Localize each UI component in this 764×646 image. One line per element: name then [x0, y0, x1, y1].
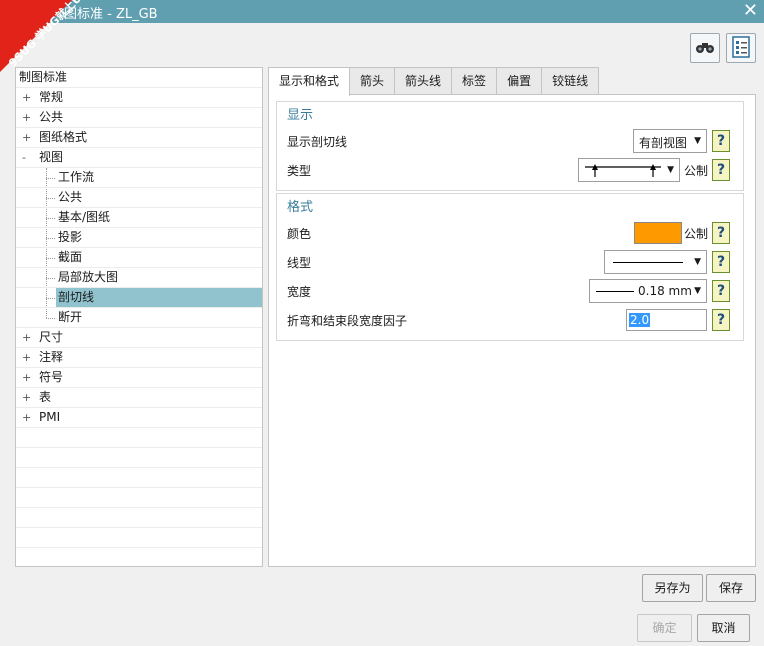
help-icon[interactable]: ?: [712, 280, 730, 302]
find-button[interactable]: [690, 33, 720, 63]
tree-item-section[interactable]: 截面: [16, 248, 262, 268]
tree-item-view[interactable]: - 视图: [16, 148, 262, 168]
tree-item-break[interactable]: 断开: [16, 308, 262, 328]
tree-item-annotation[interactable]: + 注释: [16, 348, 262, 368]
width-label: 宽度: [287, 285, 312, 299]
collapse-icon[interactable]: -: [22, 148, 26, 167]
help-icon[interactable]: ?: [712, 222, 730, 244]
expand-icon[interactable]: +: [22, 128, 31, 147]
format-group-title: 格式: [287, 200, 314, 215]
show-section-line-dropdown[interactable]: 有剖视图 ▼: [633, 129, 707, 153]
linetype-label: 线型: [287, 256, 312, 270]
expand-icon[interactable]: +: [22, 368, 31, 387]
expand-icon[interactable]: +: [22, 408, 31, 427]
help-icon[interactable]: ?: [712, 309, 730, 331]
color-label: 颜色: [287, 227, 312, 241]
tree-item-view-common[interactable]: 公共: [16, 188, 262, 208]
tree-root[interactable]: 制图标准: [16, 68, 262, 88]
help-icon[interactable]: ?: [712, 251, 730, 273]
linetype-dropdown[interactable]: ▼: [604, 250, 707, 274]
tree-item-section-line[interactable]: 剖切线: [16, 288, 262, 308]
tree-empty-row: [16, 528, 262, 548]
show-section-line-row: 显示剖切线 有剖视图 ▼ ?: [287, 129, 735, 153]
tree-item-workflow[interactable]: 工作流: [16, 168, 262, 188]
tree-item-common[interactable]: + 公共: [16, 108, 262, 128]
tree-item-pmi[interactable]: + PMI: [16, 408, 262, 428]
factor-label: 折弯和结束段宽度因子: [287, 314, 408, 328]
solid-line-preview: [613, 262, 683, 263]
tab-hinge-line[interactable]: 铰链线: [541, 67, 600, 94]
tree-empty-row: [16, 508, 262, 528]
tree-item-symbol[interactable]: + 符号: [16, 368, 262, 388]
width-line-preview: [596, 291, 634, 292]
tree-empty-row: [16, 428, 262, 448]
tab-display-format[interactable]: 显示和格式: [268, 67, 351, 96]
type-label: 类型: [287, 164, 312, 178]
cancel-button[interactable]: 取消: [697, 614, 750, 642]
format-group: 格式 颜色 公制 ? 线型 ▼ ? 宽度 0.18 mm ▼ ? 折弯和结束段宽…: [276, 193, 744, 341]
chevron-down-icon: ▼: [694, 136, 701, 146]
binoculars-icon: [695, 39, 715, 58]
section-line-type-dropdown[interactable]: ▼: [578, 158, 680, 182]
settings-sheet-button[interactable]: [726, 33, 756, 63]
tree-empty-row: [16, 448, 262, 468]
width-dropdown[interactable]: 0.18 mm ▼: [589, 279, 707, 303]
type-row: 类型 ▼ 公制 ?: [287, 158, 735, 182]
standards-tree[interactable]: 制图标准 + 常规 + 公共 + 图纸格式 - 视图 工作流 公共 基本/图纸 投影 截…: [15, 67, 263, 567]
ok-button[interactable]: 确定: [637, 614, 692, 642]
expand-icon[interactable]: +: [22, 108, 31, 127]
show-section-line-label: 显示剖切线: [287, 135, 348, 149]
tree-item-detail-view[interactable]: 局部放大图: [16, 268, 262, 288]
tab-bar: 显示和格式 箭头 箭头线 标签 偏置 铰链线: [268, 67, 600, 96]
chevron-down-icon: ▼: [667, 165, 674, 175]
expand-icon[interactable]: +: [22, 348, 31, 367]
tab-arrow[interactable]: 箭头: [349, 67, 396, 94]
width-row: 宽度 0.18 mm ▼ ?: [287, 279, 735, 303]
tree-item-projection[interactable]: 投影: [16, 228, 262, 248]
tree-item-base-drawing[interactable]: 基本/图纸: [16, 208, 262, 228]
help-icon[interactable]: ?: [712, 159, 730, 181]
tree-empty-row: [16, 468, 262, 488]
type-unit: 公制: [684, 164, 709, 178]
settings-sheet-icon: [731, 35, 751, 61]
display-group: 显示 显示剖切线 有剖视图 ▼ ? 类型 ▼ 公制 ?: [276, 101, 744, 191]
save-as-button[interactable]: 另存为: [642, 574, 703, 602]
title-bar: 图标准 - ZL_GB ✕: [0, 0, 764, 23]
tree-empty-row: [16, 548, 262, 566]
tab-offset[interactable]: 偏置: [496, 67, 543, 94]
tree-item-general[interactable]: + 常规: [16, 88, 262, 108]
color-unit: 公制: [684, 227, 709, 241]
tree-item-drawing-format[interactable]: + 图纸格式: [16, 128, 262, 148]
expand-icon[interactable]: +: [22, 388, 31, 407]
linetype-row: 线型 ▼ ?: [287, 250, 735, 274]
color-row: 颜色 公制 ?: [287, 221, 735, 245]
color-swatch[interactable]: [634, 222, 682, 244]
settings-panel: 显示 显示剖切线 有剖视图 ▼ ? 类型 ▼ 公制 ? 格式 颜色 公制 ? 线…: [268, 94, 756, 567]
chevron-down-icon: ▼: [694, 257, 701, 267]
factor-row: 折弯和结束段宽度因子 2.0 ?: [287, 308, 735, 332]
expand-icon[interactable]: +: [22, 328, 31, 347]
tree-item-table[interactable]: + 表: [16, 388, 262, 408]
help-icon[interactable]: ?: [712, 130, 730, 152]
tree-item-dimension[interactable]: + 尺寸: [16, 328, 262, 348]
expand-icon[interactable]: +: [22, 88, 31, 107]
factor-input[interactable]: 2.0: [626, 309, 707, 331]
close-icon[interactable]: ✕: [743, 1, 758, 21]
chevron-down-icon: ▼: [694, 286, 701, 296]
save-button[interactable]: 保存: [706, 574, 756, 602]
display-group-title: 显示: [287, 108, 314, 123]
tree-empty-row: [16, 488, 262, 508]
tab-label[interactable]: 标签: [451, 67, 498, 94]
tab-arrow-line[interactable]: 箭头线: [394, 67, 453, 94]
